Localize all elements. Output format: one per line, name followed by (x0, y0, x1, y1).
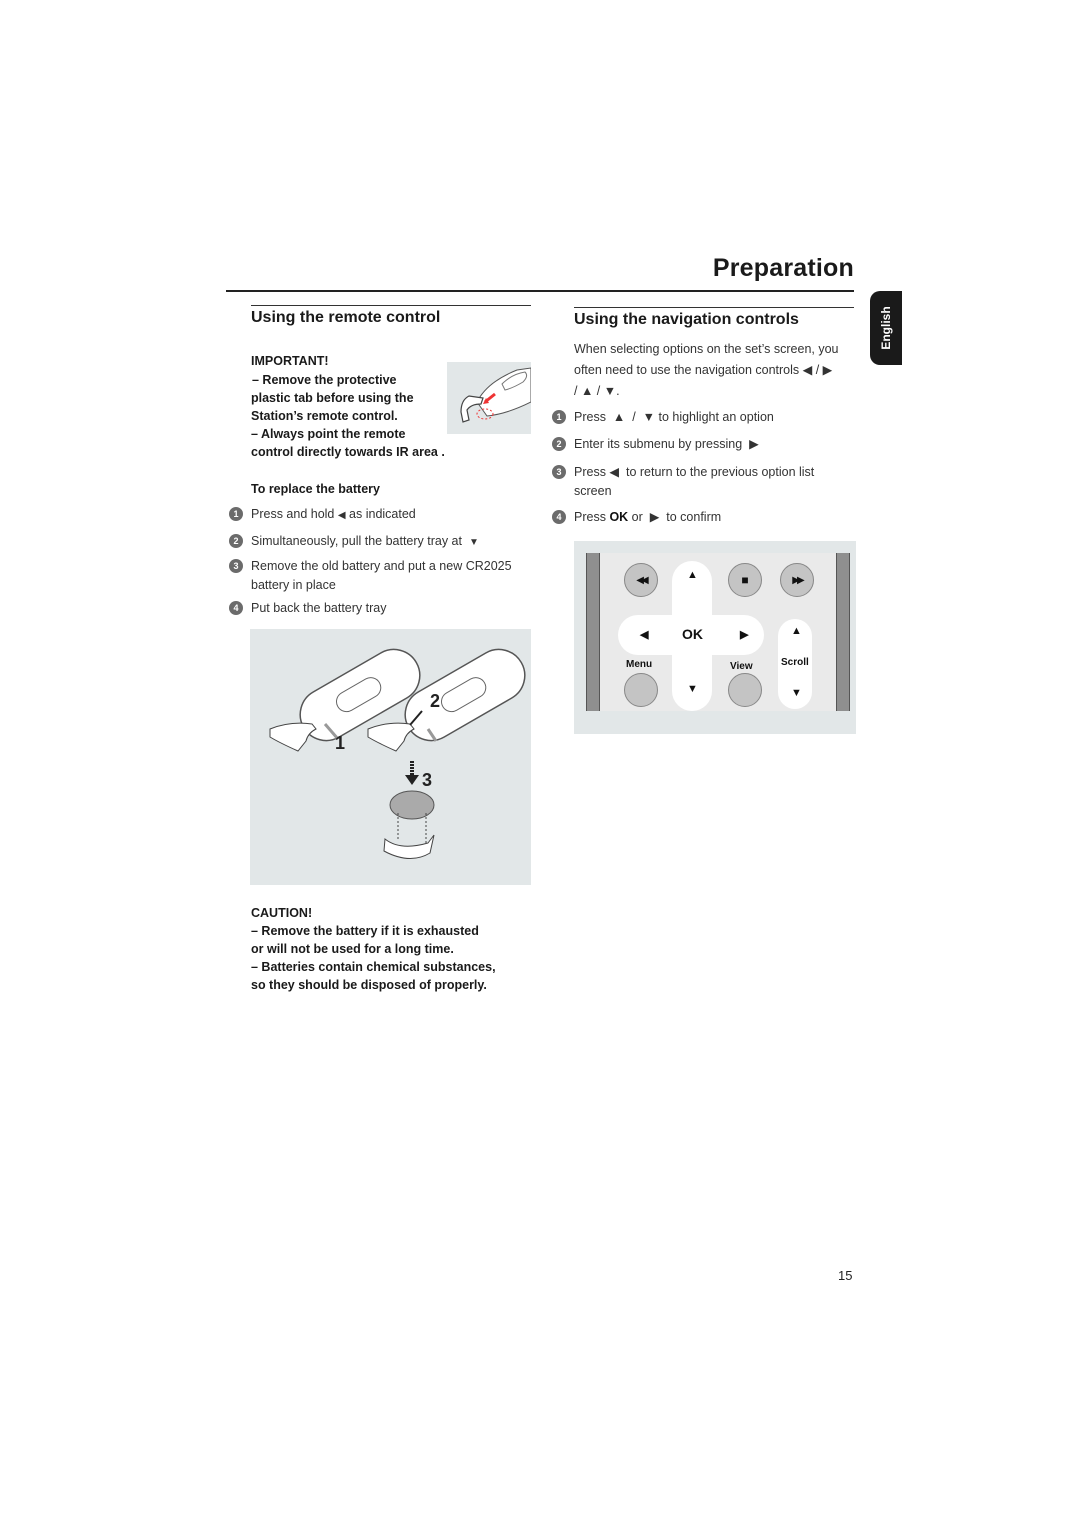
battery-drawing: 1 2 3 (269, 648, 526, 859)
important-line: control directly towards IR area . (251, 445, 445, 459)
step-text: Press OK or ▶ to confirm (574, 510, 722, 524)
nav-intro: When selecting options on the set’s scre… (574, 339, 864, 402)
nav-step-1: 1 Press ▲ / ▼ to highlight an option (552, 408, 774, 427)
down-arrow-icon[interactable]: ▼ (687, 683, 698, 695)
nav-control-panel: ◀◀ ■ ▶▶ ▲ ▼ ◀ ▶ OK Menu View ▲ Scroll ▼ (574, 541, 856, 734)
battery-heading: To replace the battery (251, 482, 380, 496)
left-arrow-icon: ◀ (337, 510, 346, 521)
menu-button[interactable] (624, 673, 658, 707)
panel-right-bar (836, 553, 850, 711)
step-number: 2 (552, 437, 566, 451)
caution-heading: CAUTION! (251, 906, 313, 920)
important-notes: – Remove the protective plastic tab befo… (251, 371, 451, 461)
down-arrow-icon: ▼ (468, 537, 479, 548)
section-rule-nav (574, 307, 854, 308)
nav-step-3: 3 Press ◀ to return to the previous opti… (552, 463, 814, 501)
step-number: 1 (552, 410, 566, 424)
nav-intro-line: When selecting options on the set’s scre… (574, 342, 839, 356)
nav-step-2: 2 Enter its submenu by pressing ▶ (552, 435, 759, 454)
view-button[interactable] (728, 673, 762, 707)
step-number: 4 (552, 510, 566, 524)
step-text: Simultaneously, pull the battery tray at… (251, 534, 479, 548)
important-line: Station’s remote control. (251, 409, 398, 423)
step-text: Enter its submenu by pressing ▶ (574, 437, 759, 451)
remote-section-title: Using the remote control (251, 309, 441, 326)
important-line: – Remove the protective (252, 373, 397, 387)
scroll-down-icon[interactable]: ▼ (791, 687, 802, 699)
header-rule (226, 290, 854, 292)
step-text: Remove the old battery and put a new CR2… (251, 559, 512, 592)
page-number: 15 (838, 1268, 853, 1283)
caution-line: or will not be used for a long time. (251, 942, 454, 956)
step-number: 3 (229, 559, 243, 573)
caution-line: so they should be disposed of properly. (251, 978, 487, 992)
nav-intro-line: often need to use the navigation control… (574, 363, 833, 377)
step-number: 3 (552, 465, 566, 479)
battery-step-1: 1 Press and hold ◀ as indicated (229, 505, 416, 525)
rewind-button[interactable]: ◀◀ (624, 563, 658, 597)
step-text: Put back the battery tray (251, 601, 387, 615)
important-line: plastic tab before using the (251, 391, 414, 405)
rewind-icon: ◀◀ (636, 574, 649, 586)
step-number: 1 (229, 507, 243, 521)
battery-step-4: 4 Put back the battery tray (229, 599, 387, 618)
up-arrow-icon[interactable]: ▲ (687, 569, 698, 581)
step-label-2: 2 (430, 691, 440, 711)
scroll-label: Scroll (781, 657, 809, 668)
panel-left-bar (586, 553, 600, 711)
language-tab: English (870, 291, 902, 365)
caution-line: – Remove the battery if it is exhausted (251, 924, 479, 938)
page-title: Preparation (712, 254, 854, 282)
nav-step-4: 4 Press OK or ▶ to confirm (552, 508, 721, 527)
language-tab-label: English (879, 306, 893, 350)
scroll-up-icon[interactable]: ▲ (791, 625, 802, 637)
step-label-3: 3 (422, 770, 432, 790)
step-text: Press ◀ to return to the previous option… (574, 465, 815, 498)
important-line: – Always point the remote (251, 427, 406, 441)
menu-label: Menu (626, 659, 653, 670)
panel-face: ◀◀ ■ ▶▶ ▲ ▼ ◀ ▶ OK Menu View ▲ Scroll ▼ (600, 553, 836, 711)
step-text: Press and hold ◀ as indicated (251, 507, 416, 521)
step-number: 2 (229, 534, 243, 548)
left-arrow-icon[interactable]: ◀ (640, 628, 648, 641)
battery-step-3: 3 Remove the old battery and put a new C… (229, 557, 529, 595)
protective-tab-illustration (447, 362, 532, 434)
nav-section-title: Using the navigation controls (574, 311, 799, 328)
nav-intro-line: / ▲ / ▼. (574, 384, 620, 398)
right-arrow-icon[interactable]: ▶ (740, 628, 748, 641)
section-rule-remote (251, 305, 531, 306)
battery-step-2: 2 Simultaneously, pull the battery tray … (229, 532, 479, 552)
ok-button[interactable]: OK (682, 626, 703, 642)
stop-button[interactable]: ■ (728, 563, 762, 597)
coin-battery (389, 790, 435, 820)
stop-icon: ■ (741, 573, 749, 587)
battery-replacement-illustration: 1 2 3 (250, 629, 531, 885)
caution-line: – Batteries contain chemical substances, (251, 960, 496, 974)
caution-notes: – Remove the battery if it is exhausted … (251, 922, 541, 994)
step-text: Press ▲ / ▼ to highlight an option (574, 410, 774, 424)
step-number: 4 (229, 601, 243, 615)
fast-forward-button[interactable]: ▶▶ (780, 563, 814, 597)
remote-tab-drawing (460, 367, 532, 423)
view-label: View (730, 661, 753, 672)
important-heading: IMPORTANT! (251, 354, 329, 368)
step-label-1: 1 (335, 733, 345, 753)
fast-forward-icon: ▶▶ (792, 574, 805, 586)
